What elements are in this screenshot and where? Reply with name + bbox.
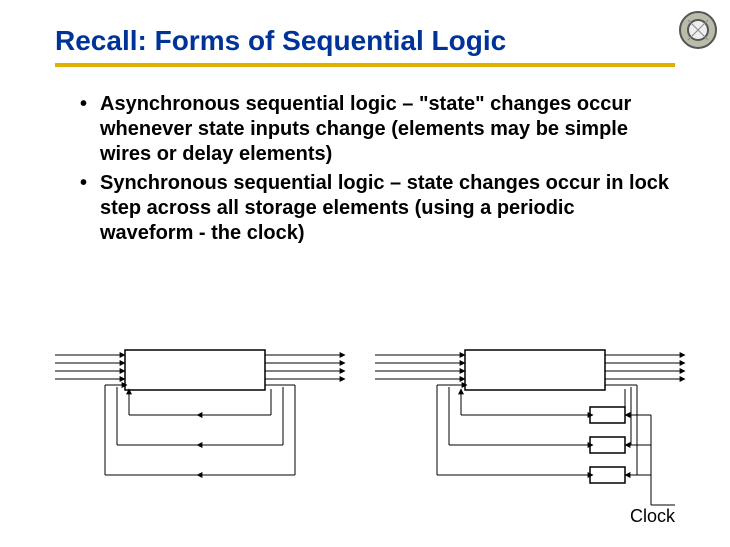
bullet-list: • Asynchronous sequential logic – "state… <box>80 92 670 246</box>
bullet-text: Synchronous sequential logic – state cha… <box>100 171 670 246</box>
bullet-text: Asynchronous sequential logic – "state" … <box>100 92 670 167</box>
list-item: • Asynchronous sequential logic – "state… <box>80 92 670 167</box>
async-diagram <box>55 350 345 475</box>
sync-diagram <box>375 350 685 505</box>
slide-title: Recall: Forms of Sequential Logic <box>55 25 690 57</box>
bullet-dot-icon: • <box>80 171 100 246</box>
list-item: • Synchronous sequential logic – state c… <box>80 171 670 246</box>
title-underline <box>55 63 675 67</box>
bullet-dot-icon: • <box>80 92 100 167</box>
clock-label: Clock <box>630 506 675 527</box>
slide: Recall: Forms of Sequential Logic • Asyn… <box>0 0 730 547</box>
diagrams <box>55 335 695 525</box>
seal-icon <box>678 10 718 50</box>
